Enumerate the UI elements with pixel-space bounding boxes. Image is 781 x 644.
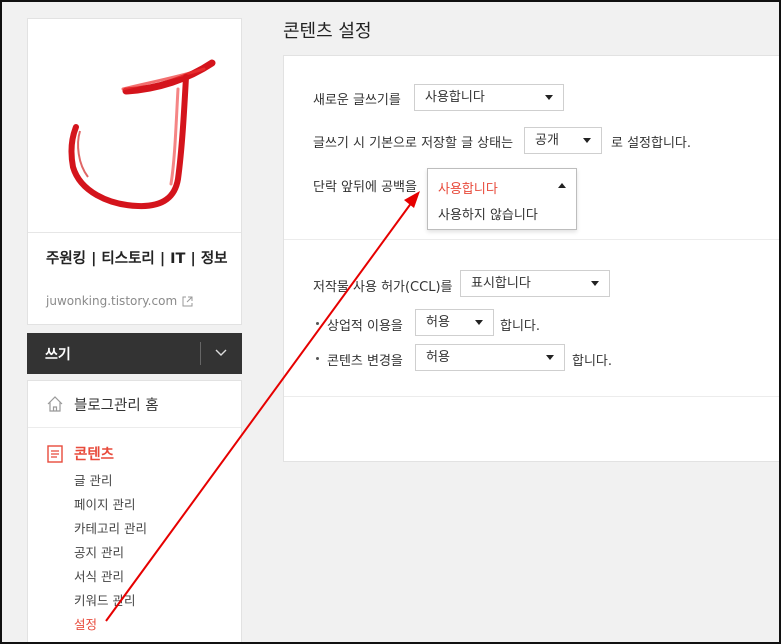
bullet <box>316 322 319 325</box>
commercial-label: 상업적 이용을 <box>327 319 403 334</box>
modification-select[interactable]: 허용 <box>415 344 565 371</box>
ccl-label: 저작물 사용 허가(CCL)를 <box>313 280 453 295</box>
caret-down-icon <box>475 320 483 325</box>
submenu-posts[interactable]: 글 관리 <box>74 471 147 495</box>
modification-label: 콘텐츠 변경을 <box>327 354 403 369</box>
commercial-select[interactable]: 허용 <box>415 309 494 336</box>
submenu-templates[interactable]: 서식 관리 <box>74 567 147 591</box>
write-button-separator <box>200 342 201 365</box>
default-status-label: 글쓰기 시 기본으로 저장할 글 상태는 <box>313 136 514 151</box>
blog-logo[interactable] <box>28 19 241 233</box>
caret-down-icon <box>545 95 553 100</box>
ccl-select[interactable]: 표시합니다 <box>460 270 610 297</box>
sidebar-item-content-label: 콘텐츠 <box>74 447 115 463</box>
external-link-icon <box>182 296 193 306</box>
submenu-notices[interactable]: 공지 관리 <box>74 543 147 567</box>
document-icon <box>47 444 63 463</box>
default-status-select-value: 공개 <box>535 133 559 148</box>
settings-panel <box>283 55 781 462</box>
caret-down-icon <box>583 138 591 143</box>
sidebar-item-content[interactable]: 콘텐츠 <box>46 443 114 464</box>
paragraph-spacing-dropdown[interactable]: 사용합니다 사용하지 않습니다 <box>427 168 577 230</box>
j-logo-icon <box>68 59 216 210</box>
submenu-settings[interactable]: 설정 <box>74 615 147 639</box>
paragraph-spacing-label: 단락 앞뒤에 공백을 <box>313 180 417 195</box>
bullet <box>316 357 319 360</box>
page-title: 콘텐츠 설정 <box>283 21 372 42</box>
blog-url-link[interactable]: juwonking.tistory.com <box>46 294 193 308</box>
commercial-suffix: 합니다. <box>500 319 541 334</box>
modification-select-value: 허용 <box>426 350 450 365</box>
caret-down-icon <box>591 281 599 286</box>
option-use[interactable]: 사용합니다 <box>438 178 498 197</box>
chevron-down-icon[interactable] <box>213 344 229 360</box>
caret-down-icon <box>546 355 554 360</box>
profile-card: 주원킹 | 티스토리 | IT | 정보 juwonking.tistory.c… <box>27 18 242 325</box>
commercial-select-value: 허용 <box>426 315 450 330</box>
ccl-select-value: 표시합니다 <box>471 276 531 291</box>
write-button-label: 쓰기 <box>45 346 71 363</box>
section-divider <box>284 396 781 397</box>
submenu-pages[interactable]: 페이지 관리 <box>74 495 147 519</box>
content-submenu: 글 관리 페이지 관리 카테고리 관리 공지 관리 서식 관리 키워드 관리 설… <box>74 471 147 639</box>
home-icon <box>47 396 63 412</box>
modification-suffix: 합니다. <box>572 354 613 369</box>
default-status-select[interactable]: 공개 <box>524 127 602 154</box>
sidebar-item-home-label: 블로그관리 홈 <box>74 397 159 414</box>
new-editor-select-value: 사용합니다 <box>425 90 485 105</box>
blog-title[interactable]: 주원킹 | 티스토리 | IT | 정보 <box>46 249 231 269</box>
new-editor-select[interactable]: 사용합니다 <box>414 84 564 111</box>
caret-up-icon <box>558 183 566 188</box>
option-not-use[interactable]: 사용하지 않습니다 <box>438 204 538 223</box>
submenu-keywords[interactable]: 키워드 관리 <box>74 591 147 615</box>
default-status-suffix: 로 설정합니다. <box>611 136 692 151</box>
write-button[interactable]: 쓰기 <box>27 333 242 374</box>
new-editor-label: 새로운 글쓰기를 <box>313 93 401 108</box>
sidebar-menu: 블로그관리 홈 콘텐츠 글 관리 페이지 관리 카테고리 관리 공지 관리 서식… <box>27 380 242 644</box>
section-divider <box>284 239 781 240</box>
blog-url: juwonking.tistory.com <box>46 294 178 308</box>
submenu-categories[interactable]: 카테고리 관리 <box>74 519 147 543</box>
sidebar-item-home[interactable]: 블로그관리 홈 <box>28 381 241 428</box>
